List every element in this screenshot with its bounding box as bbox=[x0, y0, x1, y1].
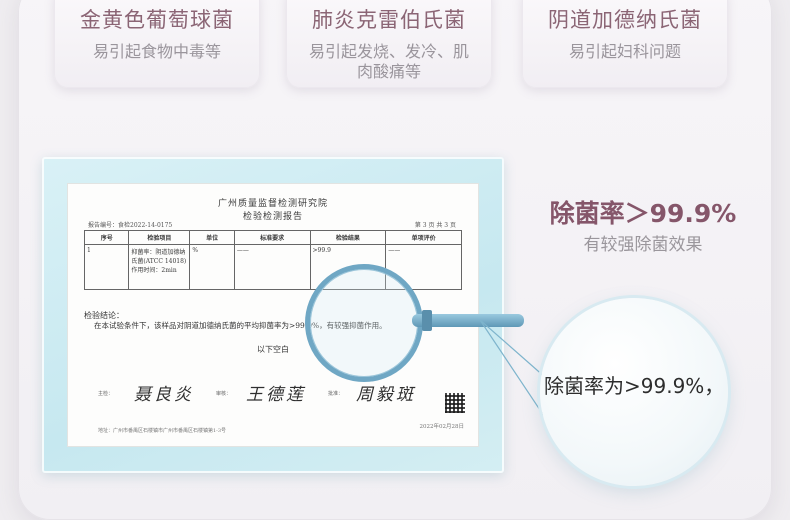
report-org: 广州质量监督检测研究院 bbox=[217, 199, 328, 209]
col-header: 单位 bbox=[189, 230, 235, 245]
signature-reviewer: 王德莲 bbox=[246, 385, 306, 405]
col-header: 标准要求 bbox=[233, 230, 311, 245]
report-page: 第 3 页 共 3 页 bbox=[414, 222, 456, 229]
report-date: 2022年02月28日 bbox=[419, 424, 465, 430]
cell-standard: —— bbox=[233, 244, 311, 290]
table-header-row: 序号 检验项目 单位 标准要求 检验结果 单项评价 bbox=[83, 230, 462, 245]
signature-approver: 周毅斑 bbox=[356, 385, 416, 405]
bacteria-card-klebsiella: 肺炎克雷伯氏菌 易引起发烧、发冷、肌肉酸痛等 bbox=[286, 0, 492, 88]
sign-label-reviewer: 审核： bbox=[216, 391, 232, 397]
report-number: 报告编号：食检2022-14-0175 bbox=[88, 222, 173, 229]
signature-inspector: 聂良炎 bbox=[134, 385, 194, 405]
zoom-text: 除菌率为>99.9%， bbox=[544, 374, 725, 398]
bacteria-card-gardnerella: 阴道加德纳氏菌 易引起妇科问题 bbox=[522, 0, 728, 88]
card-desc: 易引起妇科问题 bbox=[568, 42, 681, 61]
report-footer: 地址：广州市番禺区石楼镇市广州市番禺区石楼镇第1-3号 bbox=[98, 428, 227, 434]
claim-headline: 除菌率＞99.9% bbox=[549, 199, 737, 228]
card-title: 肺炎克雷伯氏菌 bbox=[312, 8, 466, 32]
qr-code-icon bbox=[445, 393, 465, 413]
zoom-circle: 除菌率为>99.9%， bbox=[540, 298, 728, 486]
col-header: 序号 bbox=[83, 230, 130, 245]
magnifier-lens-icon bbox=[305, 264, 423, 382]
col-header: 单项评价 bbox=[385, 230, 462, 245]
card-title: 阴道加德纳氏菌 bbox=[548, 8, 702, 32]
magnifier-handle-cap bbox=[422, 310, 432, 331]
col-header: 检验结果 bbox=[309, 230, 387, 245]
bacteria-card-staph: 金黄色葡萄球菌 易引起食物中毒等 bbox=[54, 0, 260, 88]
sign-label-approver: 批准： bbox=[328, 391, 344, 397]
claim-subtext: 有较强除菌效果 bbox=[583, 235, 703, 255]
card-desc: 易引起食物中毒等 bbox=[92, 42, 221, 61]
cell-unit: % bbox=[189, 244, 235, 290]
card-title: 金黄色葡萄球菌 bbox=[80, 8, 234, 32]
cell-item: 抑菌率：阴道加德纳氏菌(ATCC 14018)作用时间：2min bbox=[128, 244, 191, 290]
sign-label-inspector: 主检： bbox=[98, 391, 114, 397]
cell-no: 1 bbox=[83, 244, 130, 290]
card-desc: 易引起发烧、发冷、肌肉酸痛等 bbox=[308, 42, 469, 81]
col-header: 检验项目 bbox=[128, 230, 191, 245]
